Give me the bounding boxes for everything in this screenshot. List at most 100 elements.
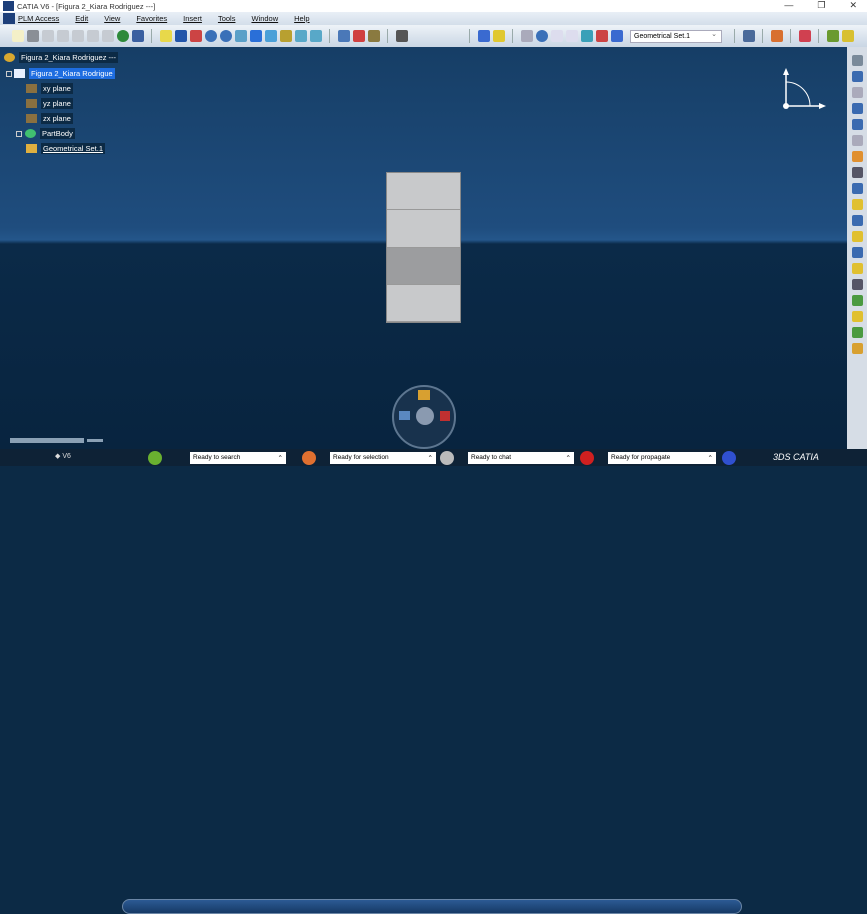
globe-icon[interactable] <box>116 30 129 42</box>
chamfer-icon[interactable] <box>851 199 863 210</box>
rotate-icon[interactable] <box>189 30 202 42</box>
tools-icon[interactable] <box>826 30 839 42</box>
redo-icon[interactable] <box>101 30 114 42</box>
settings-icon[interactable] <box>851 55 863 66</box>
menu-tools[interactable]: Tools <box>218 14 236 23</box>
menu-plm-access[interactable]: PLM Access <box>18 14 59 23</box>
sketch-icon[interactable] <box>851 87 863 98</box>
measure-icon[interactable] <box>352 30 365 42</box>
capture-icon[interactable] <box>395 30 408 42</box>
close-button[interactable]: ✕ <box>849 0 857 11</box>
selection-status[interactable]: Ready for selection ⌃ <box>302 450 436 465</box>
tree-item-xy-plane[interactable]: xy plane <box>26 83 73 94</box>
chat-app-icon[interactable] <box>440 450 454 465</box>
pocket-icon[interactable] <box>851 119 863 130</box>
menu-insert[interactable]: Insert <box>183 14 202 23</box>
part-design-icon[interactable] <box>851 71 863 82</box>
hide-show-icon[interactable] <box>294 30 307 42</box>
draft-icon[interactable] <box>851 215 863 226</box>
apply-icon[interactable] <box>851 343 863 354</box>
cursor-icon[interactable] <box>851 151 863 162</box>
thickness-icon[interactable] <box>851 247 863 258</box>
render-style-icon[interactable] <box>279 30 292 42</box>
shell-icon[interactable] <box>851 231 863 242</box>
menu-favorites[interactable]: Favorites <box>136 14 167 23</box>
geometrical-set-dropdown[interactable]: Geometrical Set.1 <box>630 29 722 43</box>
sketcher-icon[interactable] <box>851 167 863 178</box>
menu-window[interactable]: Window <box>251 14 278 23</box>
geometry-set-icon[interactable] <box>580 30 593 42</box>
select-icon[interactable] <box>535 30 548 42</box>
compass-icon[interactable] <box>780 68 826 114</box>
update-icon[interactable] <box>520 30 533 42</box>
part-model[interactable] <box>386 172 461 323</box>
collapse-icon[interactable] <box>6 70 12 77</box>
fit-all-icon[interactable] <box>159 30 172 42</box>
options-icon[interactable] <box>841 30 854 42</box>
menu-view[interactable]: View <box>104 14 120 23</box>
pad-icon[interactable] <box>851 103 863 114</box>
tool-icon[interactable] <box>595 30 608 42</box>
thread-icon[interactable] <box>851 263 863 274</box>
menu-help[interactable]: Help <box>294 14 309 23</box>
print-icon[interactable] <box>26 30 39 42</box>
tree-root[interactable]: Figura 2_Kiara Rodriguez --- <box>4 52 119 63</box>
view-icon[interactable] <box>399 411 410 420</box>
apply-material-icon[interactable] <box>337 30 350 42</box>
tree-item-label: xy plane <box>41 83 73 94</box>
scroll-handle[interactable] <box>87 439 103 442</box>
iso-view-icon[interactable] <box>264 30 277 42</box>
mirror-icon[interactable] <box>851 327 863 338</box>
edit-icon[interactable] <box>851 295 863 306</box>
partbody-icon <box>25 129 36 138</box>
expand-icon[interactable] <box>16 130 22 137</box>
new-icon[interactable] <box>11 30 24 42</box>
shaft-icon[interactable] <box>851 135 863 146</box>
pan-icon[interactable] <box>174 30 187 42</box>
scan-icon[interactable] <box>742 30 755 42</box>
workbench-icon[interactable] <box>798 30 811 42</box>
lock-icon[interactable] <box>367 30 380 42</box>
catia-menu-logo-icon[interactable] <box>3 13 15 24</box>
tree-item-geometrical-set[interactable]: Geometrical Set.1 <box>26 143 106 154</box>
navigation-widget[interactable] <box>392 385 456 449</box>
minimize-button[interactable]: — <box>784 0 793 11</box>
copy-icon[interactable] <box>56 30 69 42</box>
search-status[interactable]: Ready to search ⌃ <box>148 450 286 465</box>
restore-button[interactable]: ❐ <box>817 0 825 11</box>
help-icon[interactable] <box>131 30 144 42</box>
cut-icon[interactable] <box>41 30 54 42</box>
zoom-out-icon[interactable] <box>219 30 232 42</box>
stack-icon[interactable] <box>477 30 490 42</box>
compass-app-icon[interactable] <box>722 450 736 465</box>
pencil-icon[interactable] <box>851 279 863 290</box>
part-icon[interactable] <box>492 30 505 42</box>
tree-part[interactable]: Figura 2_Kiara Rodrigue <box>6 68 115 79</box>
chat-status[interactable]: Ready to chat ⌃ <box>440 450 574 465</box>
selection-app-icon[interactable] <box>302 450 316 465</box>
tree-item-partbody[interactable]: PartBody <box>16 128 75 139</box>
undo-icon[interactable] <box>86 30 99 42</box>
propagate-status[interactable]: Ready for propagate ⌃ <box>580 450 738 465</box>
v6-logo: ◆ V6 <box>55 453 71 460</box>
pattern-icon[interactable] <box>851 311 863 322</box>
hand-icon[interactable] <box>770 30 783 42</box>
tree-item-zx-plane[interactable]: zx plane <box>26 113 73 124</box>
multi-view-icon[interactable] <box>249 30 262 42</box>
normal-view-icon[interactable] <box>234 30 247 42</box>
body-list-icon[interactable] <box>610 30 623 42</box>
people-icon[interactable] <box>418 390 430 400</box>
propagate-app-icon[interactable] <box>580 450 594 465</box>
snap-grid-icon[interactable] <box>565 30 578 42</box>
fillet-icon[interactable] <box>851 183 863 194</box>
network-icon[interactable] <box>440 411 450 421</box>
axis-icon[interactable] <box>550 30 563 42</box>
swap-space-icon[interactable] <box>309 30 322 42</box>
search-app-icon[interactable] <box>148 450 162 465</box>
tree-item-yz-plane[interactable]: yz plane <box>26 98 73 109</box>
zoom-in-icon[interactable] <box>204 30 217 42</box>
paste-icon[interactable] <box>71 30 84 42</box>
horizontal-scrollbar[interactable] <box>10 438 84 443</box>
play-icon[interactable] <box>416 407 434 425</box>
menu-edit[interactable]: Edit <box>75 14 88 23</box>
